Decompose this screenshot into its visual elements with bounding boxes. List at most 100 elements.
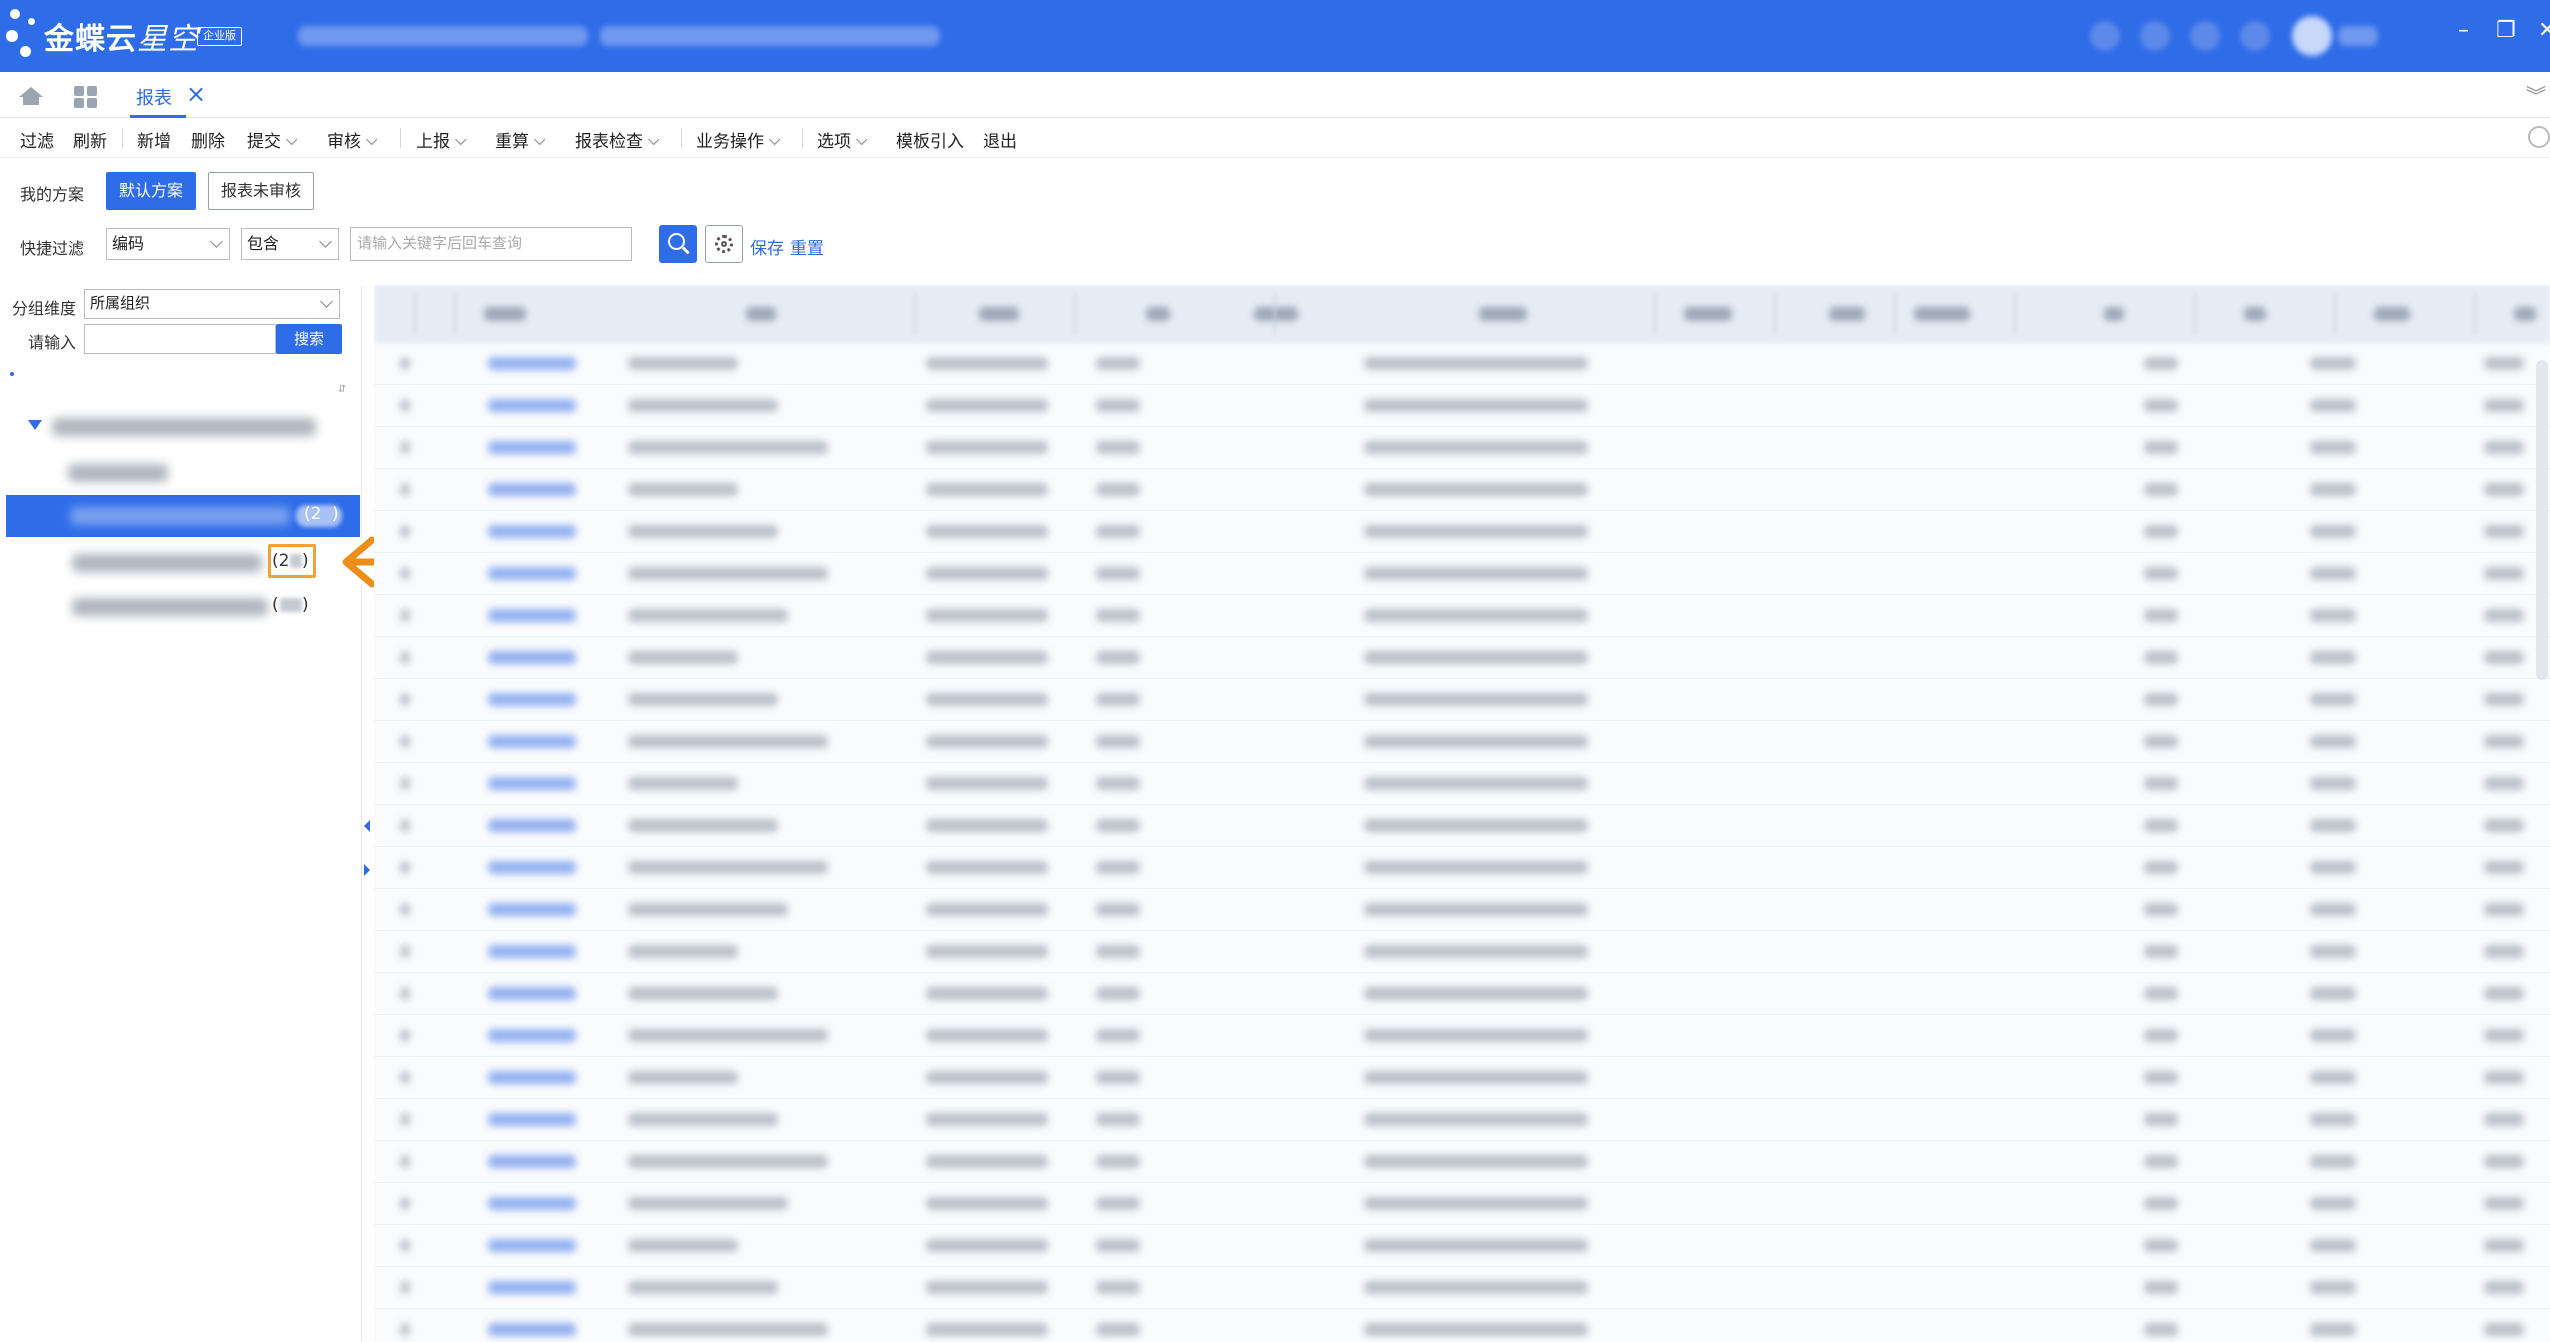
collapse-panel-icon[interactable] [364,820,370,832]
filter-operator-select[interactable]: 包含 [241,228,339,260]
reset-link[interactable]: 重置 [790,234,824,259]
restore-icon[interactable]: ❐ [2496,18,2516,43]
table-row[interactable] [374,553,2550,595]
toolbar-submit[interactable]: 提交 [247,127,298,152]
toolbar-recalc[interactable]: 重算 [495,127,546,152]
toolbar-filter[interactable]: 过滤 [20,127,54,152]
filter-settings-button[interactable] [705,225,743,263]
table-row[interactable] [374,1099,2550,1141]
notification-icon[interactable] [2090,21,2120,51]
blurred-user-name[interactable] [2338,26,2378,46]
grid-header-cell[interactable] [1254,307,1298,321]
table-cell [400,987,410,1000]
toolbar-business-ops[interactable]: 业务操作 [696,127,781,152]
grid-header-cell[interactable] [2104,307,2124,321]
grid-header-cell[interactable] [1146,307,1170,321]
app-grid-icon[interactable] [74,86,98,108]
table-row[interactable] [374,973,2550,1015]
default-scheme-button[interactable]: 默认方案 [106,172,196,210]
table-row[interactable] [374,1015,2550,1057]
table-row[interactable] [374,1309,2550,1342]
grid-header-cell[interactable] [1479,307,1527,321]
tree-node-highlighted[interactable]: (2 ) [60,542,330,582]
tree-search-button[interactable]: 搜索 [276,324,342,354]
table-row[interactable] [374,931,2550,973]
table-row[interactable] [374,511,2550,553]
close-window-icon[interactable]: ✕ [2538,18,2550,43]
toolbar-exit[interactable]: 退出 [983,127,1017,152]
table-row[interactable] [374,343,2550,385]
tab-report[interactable]: 报表 [120,72,186,118]
grid-header-cell[interactable] [1914,307,1970,321]
avatar[interactable] [2292,16,2332,56]
table-row[interactable] [374,763,2550,805]
grid-header-cell[interactable] [1829,307,1865,321]
table-row[interactable] [374,721,2550,763]
grid-header-cell[interactable] [979,307,1019,321]
tree-node-selected[interactable]: (2 ) [6,495,360,537]
grid-header-cell[interactable] [1684,307,1732,321]
unaudited-scheme-button[interactable]: 报表未审核 [208,172,314,210]
keyword-search-input[interactable]: 请输入关键字后回车查询 [350,227,632,261]
grid-header-divider [1774,293,1776,335]
table-row[interactable] [374,469,2550,511]
table-row[interactable] [374,889,2550,931]
sort-icon[interactable]: ⇵ [338,384,346,395]
toolbar-report-check[interactable]: 报表检查 [575,127,660,152]
save-link[interactable]: 保存 [750,234,784,259]
home-icon[interactable] [18,86,44,106]
toolbar-options[interactable]: 选项 [817,127,868,152]
toolbar-new[interactable]: 新增 [137,127,171,152]
table-row[interactable] [374,1225,2550,1267]
apps-icon[interactable] [2240,21,2270,51]
table-row[interactable] [374,427,2550,469]
table-row[interactable] [374,385,2550,427]
tree-node-child[interactable]: ( ) [60,586,330,626]
help-icon[interactable] [2190,21,2220,51]
tree-node-root[interactable] [28,406,328,446]
table-row[interactable] [374,637,2550,679]
table-row[interactable] [374,847,2550,889]
table-row[interactable] [374,595,2550,637]
group-dimension-select[interactable]: 所属组织 [84,289,340,319]
table-cell [1096,987,1140,1000]
grid-scrollbar[interactable] [2536,360,2548,680]
table-row[interactable] [374,1267,2550,1309]
table-cell [1364,651,1588,664]
table-cell [1364,987,1588,1000]
table-cell [926,357,1048,370]
grid-header-cell[interactable] [2244,307,2266,321]
filter-field-select[interactable]: 编码 [106,228,230,260]
expand-panel-icon[interactable] [364,864,370,876]
tree-node-child[interactable] [60,452,180,492]
toolbar-template-import[interactable]: 模板引入 [896,127,964,152]
table-cell [2310,1197,2356,1210]
table-cell [2310,651,2356,664]
minimize-icon[interactable]: – [2458,18,2469,43]
table-row[interactable] [374,805,2550,847]
blurred-account-name[interactable] [600,26,940,46]
settings-gear-icon[interactable] [2528,126,2550,148]
grid-header-cell[interactable] [2514,307,2536,321]
message-icon[interactable] [2140,21,2170,51]
blurred-org-name[interactable] [298,26,588,46]
tab-close-icon[interactable]: × [186,80,206,108]
search-button[interactable] [659,225,697,263]
toolbar-delete[interactable]: 删除 [191,127,225,152]
table-cell [628,861,828,874]
table-cell [926,1029,1048,1042]
toolbar-audit[interactable]: 审核 [327,127,378,152]
grid-header-cell[interactable] [2374,307,2410,321]
table-cell [488,1281,576,1294]
tree-search-input[interactable] [84,324,276,354]
table-row[interactable] [374,679,2550,721]
expand-triangle-icon[interactable] [28,420,42,430]
expand-chevron-icon[interactable]: ︾ [2526,80,2546,109]
toolbar-refresh[interactable]: 刷新 [73,127,107,152]
toolbar-report-up[interactable]: 上报 [416,127,467,152]
table-row[interactable] [374,1183,2550,1225]
table-row[interactable] [374,1057,2550,1099]
table-row[interactable] [374,1141,2550,1183]
grid-header-cell[interactable] [484,307,526,321]
grid-header-cell[interactable] [746,307,776,321]
